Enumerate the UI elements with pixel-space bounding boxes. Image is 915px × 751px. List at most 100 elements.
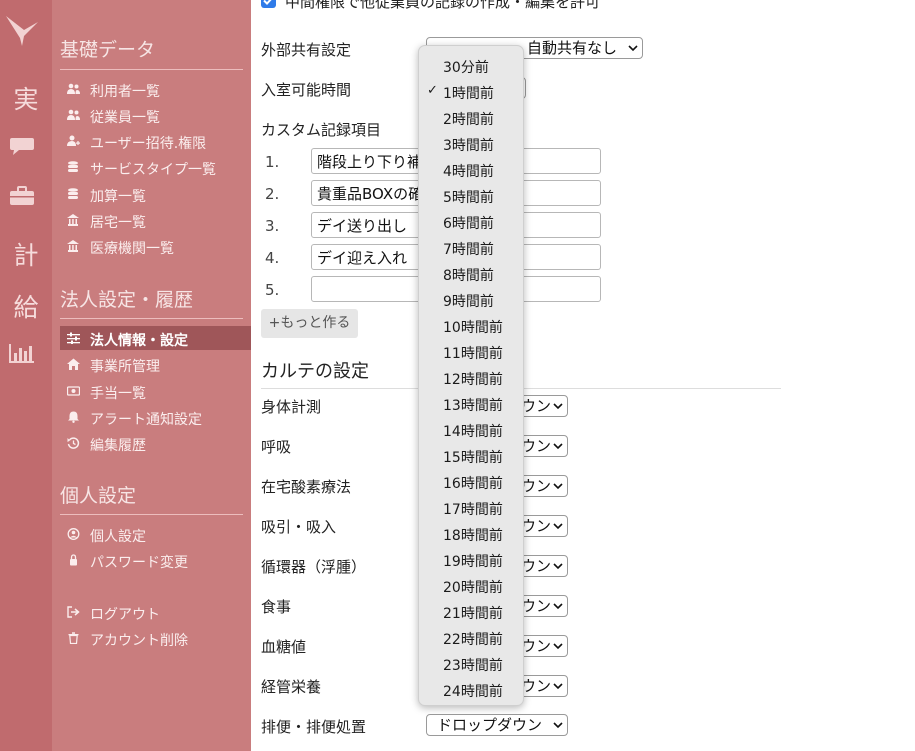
dropdown-option[interactable]: 4時間前	[419, 156, 523, 182]
chevron-down-icon	[553, 403, 563, 410]
sidebar-item-label: 個人設定	[90, 529, 146, 545]
sliders-icon	[67, 332, 80, 344]
sidebar-item-additions[interactable]: 加算一覧	[60, 182, 251, 206]
building-icon	[67, 240, 79, 252]
dropdown-option[interactable]: 3時間前	[419, 130, 523, 156]
dropdown-option[interactable]: 9時間前	[419, 286, 523, 312]
dropdown-option[interactable]: 21時間前	[419, 598, 523, 624]
bar-chart-icon	[9, 344, 34, 363]
main-content: 中間権限で他従業員の記録の作成・編集を許可 外部共有設定 自動共有なし 入室可能…	[251, 0, 915, 751]
sidebar-item-home-care[interactable]: 居宅一覧	[60, 208, 251, 232]
dropdown-option[interactable]: 23時間前	[419, 650, 523, 676]
check-icon	[263, 0, 272, 5]
dropdown-option-label: 13時間前	[443, 398, 503, 414]
custom-record-number: 3.	[265, 217, 280, 235]
dropdown-option-label: 2時間前	[443, 112, 494, 128]
divider	[60, 69, 243, 70]
dropdown-option[interactable]: 13時間前	[419, 390, 523, 416]
chevron-down-icon	[553, 523, 563, 530]
sidebar-item-history[interactable]: 編集履歴	[60, 431, 251, 455]
select-value: 自動共有なし	[527, 39, 618, 57]
sidebar-item-service-types[interactable]: サービスタイプ一覧	[60, 155, 251, 179]
dropdown-option[interactable]: 10時間前	[419, 312, 523, 338]
money-icon	[67, 386, 80, 396]
sidebar-section-title: 基礎データ	[60, 39, 156, 61]
dropdown-option[interactable]: 22時間前	[419, 624, 523, 650]
rail-label: 給	[13, 293, 39, 322]
select-value: ウン	[521, 637, 552, 655]
sidebar-item-users[interactable]: 利用者一覧	[60, 77, 251, 101]
sidebar-item-medical[interactable]: 医療機関一覧	[60, 234, 251, 258]
dropdown-option-label: 6時間前	[443, 216, 494, 232]
dropdown-option[interactable]: 14時間前	[419, 416, 523, 442]
dropdown-option-label: 16時間前	[443, 476, 503, 492]
logo-icon[interactable]	[4, 12, 40, 48]
dropdown-option[interactable]: 17時間前	[419, 494, 523, 520]
dropdown-option[interactable]: 5時間前	[419, 182, 523, 208]
sidebar-item-alert[interactable]: アラート通知設定	[60, 405, 251, 429]
sidebar-item-label: 加算一覧	[90, 189, 146, 205]
rail-item-briefcase[interactable]	[0, 186, 52, 210]
dropdown-option[interactable]: 18時間前	[419, 520, 523, 546]
sidebar: 基礎データ 利用者一覧 従業員一覧 ユーザー招待.権限 サービスタイプ一覧 加算…	[52, 0, 251, 751]
dropdown-option[interactable]: 19時間前	[419, 546, 523, 572]
dropdown-option-label: 8時間前	[443, 268, 494, 284]
dropdown-option-label: 12時間前	[443, 372, 503, 388]
chevron-down-icon	[553, 483, 563, 490]
dropdown-option-label: 3時間前	[443, 138, 494, 154]
sidebar-item-label: 手当一覧	[90, 386, 146, 402]
rail-item-keikaku[interactable]: 計	[0, 236, 52, 272]
sidebar-item-delete-account[interactable]: アカウント削除	[60, 626, 251, 650]
chevron-down-icon	[553, 643, 563, 650]
select-value: ウン	[521, 517, 552, 535]
chevron-down-icon	[628, 45, 638, 52]
dropdown-option[interactable]: 24時間前	[419, 676, 523, 702]
dropdown-option-label: 21時間前	[443, 606, 503, 622]
database-icon	[68, 188, 78, 199]
dropdown-option[interactable]: 7時間前	[419, 234, 523, 260]
sidebar-item-personal[interactable]: 個人設定	[60, 522, 251, 546]
sidebar-item-office[interactable]: 事業所管理	[60, 352, 251, 376]
dropdown-option[interactable]: 6時間前	[419, 208, 523, 234]
sidebar-item-user-invite[interactable]: ユーザー招待.権限	[60, 129, 251, 153]
dropdown-option-label: 10時間前	[443, 320, 503, 336]
dropdown-option[interactable]: 16時間前	[419, 468, 523, 494]
sidebar-item-password[interactable]: パスワード変更	[60, 548, 251, 572]
divider	[60, 514, 243, 515]
rail-item-chat[interactable]	[0, 136, 52, 160]
add-more-button[interactable]: +もっと作る	[261, 309, 358, 338]
karte-row-label: 血糖値	[261, 638, 307, 656]
sidebar-item-employees[interactable]: 従業員一覧	[60, 103, 251, 127]
rail-item-kyuyo[interactable]: 給	[0, 288, 52, 324]
bell-icon	[68, 411, 79, 423]
dropdown-option[interactable]: 8時間前	[419, 260, 523, 286]
dropdown-option-label: 22時間前	[443, 632, 503, 648]
sidebar-item-logout[interactable]: ログアウト	[60, 600, 251, 624]
karte-row-label: 経管栄養	[261, 678, 322, 696]
karte-section-title: カルテの設定	[261, 361, 369, 382]
database-icon	[68, 161, 78, 172]
dropdown-option[interactable]: 2時間前	[419, 104, 523, 130]
karte-row-select[interactable]: ドロップダウン	[426, 714, 568, 736]
dropdown-option-label: 7時間前	[443, 242, 494, 258]
custom-records-label: カスタム記録項目	[261, 121, 382, 139]
dropdown-option[interactable]: 20時間前	[419, 572, 523, 598]
users-icon	[67, 109, 80, 120]
sidebar-item-allowance[interactable]: 手当一覧	[60, 379, 251, 403]
dropdown-option[interactable]: 15時間前	[419, 442, 523, 468]
sidebar-item-corp-info[interactable]: 法人情報・設定	[60, 326, 251, 350]
karte-row-label: 身体計測	[261, 398, 322, 416]
karte-row-label: 食事	[261, 598, 292, 616]
logout-icon	[67, 606, 80, 618]
rail-item-jisseki[interactable]: 実	[0, 80, 52, 116]
chevron-down-icon	[553, 443, 563, 450]
rail-item-chart[interactable]	[0, 343, 52, 367]
entry-time-label: 入室可能時間	[261, 81, 352, 99]
dropdown-option[interactable]: 30分前	[419, 52, 523, 78]
dropdown-option[interactable]: ✓ 1時間前	[419, 78, 523, 104]
dropdown-option-label: 1時間前	[443, 86, 494, 102]
permission-checkbox[interactable]	[261, 0, 276, 8]
dropdown-option[interactable]: 11時間前	[419, 338, 523, 364]
dropdown-option[interactable]: 12時間前	[419, 364, 523, 390]
sidebar-item-label: ログアウト	[90, 607, 160, 623]
